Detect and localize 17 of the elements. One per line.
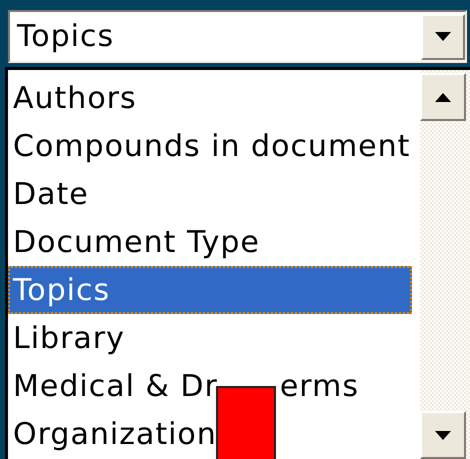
scrollbar[interactable] bbox=[420, 70, 470, 459]
caret-down-icon bbox=[435, 32, 451, 41]
scroll-down-button[interactable] bbox=[420, 411, 466, 459]
list-item[interactable]: Document Type bbox=[8, 218, 412, 266]
list-item[interactable]: Topics bbox=[8, 266, 412, 314]
list-item[interactable]: Date bbox=[8, 170, 412, 218]
dropdown-button[interactable] bbox=[421, 14, 465, 60]
list-item[interactable]: Library bbox=[8, 314, 412, 362]
dropdown-value: Topics bbox=[17, 19, 114, 54]
list-item[interactable]: Compounds in document bbox=[8, 122, 412, 170]
scroll-up-button[interactable] bbox=[420, 73, 466, 121]
caret-down-icon bbox=[435, 430, 452, 440]
topic-dropdown[interactable]: Topics bbox=[8, 10, 467, 63]
list-item[interactable]: Organization bbox=[8, 410, 412, 458]
caret-up-icon bbox=[435, 92, 452, 102]
list-item[interactable]: Authors bbox=[8, 74, 412, 122]
list-item[interactable]: Medical & Dr erms bbox=[8, 362, 412, 410]
